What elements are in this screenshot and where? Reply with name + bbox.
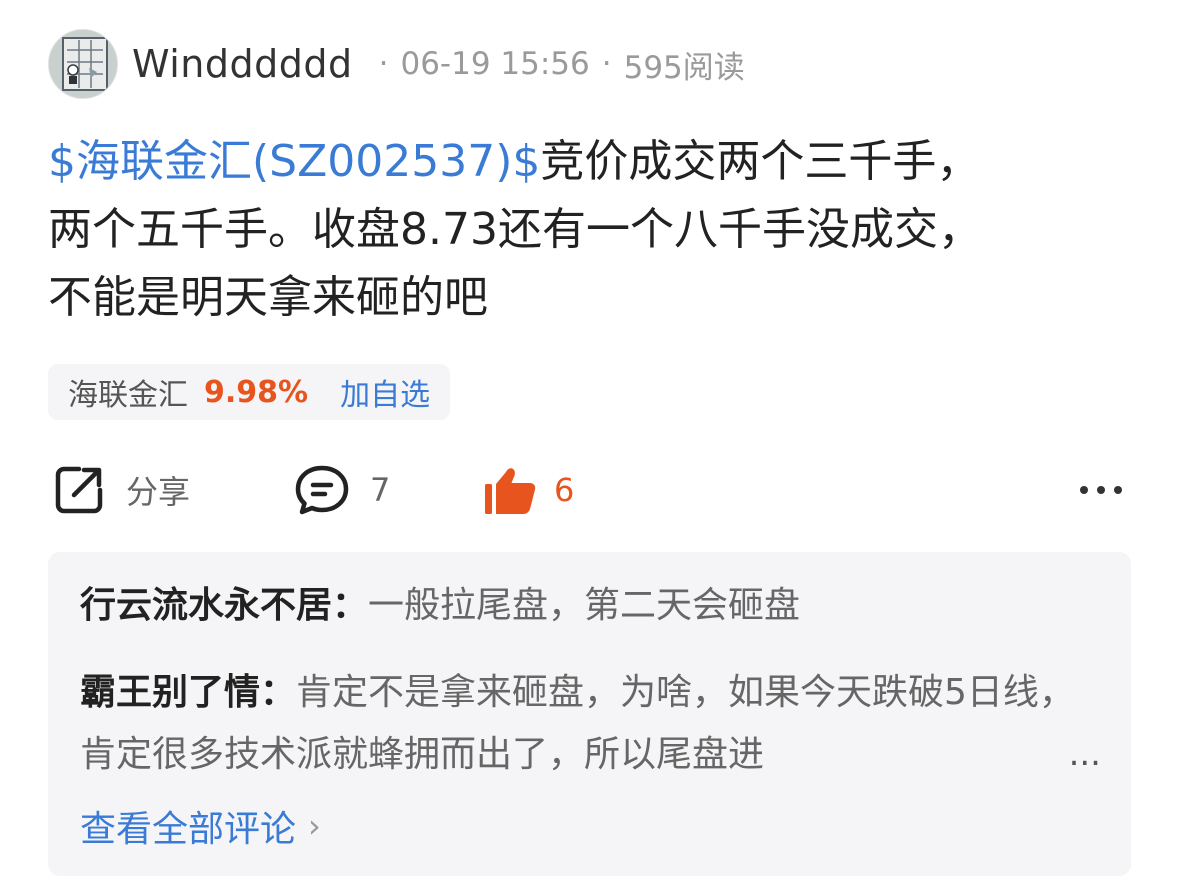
share-button[interactable]: 分享: [52, 455, 190, 525]
more-dots-icon: [1080, 486, 1122, 494]
comments-preview: 行云流水永不居：一般拉尾盘，第二天会砸盘 霸王别了情：肯定不是拿来砸盘，为啥，如…: [48, 552, 1131, 876]
view-all-comments-link[interactable]: 查看全部评论 ›: [80, 800, 321, 852]
avatar[interactable]: [48, 29, 118, 99]
comment-user[interactable]: 霸王别了情: [80, 672, 260, 713]
post-views: 595阅读: [623, 49, 745, 86]
view-all-label: 查看全部评论: [80, 809, 297, 850]
comment-colon: ：: [332, 585, 369, 626]
avatar-image: [49, 30, 117, 98]
share-label: 分享: [126, 473, 191, 511]
comment-colon: ：: [260, 672, 297, 713]
share-icon: [55, 466, 103, 514]
stock-change: 9.98%: [204, 374, 309, 410]
add-watchlist-button[interactable]: 加自选: [340, 370, 430, 414]
action-bar: 分享 7 6: [0, 455, 1179, 525]
like-button[interactable]: 6: [482, 455, 574, 525]
stock-tag-link[interactable]: $海联金汇(SZ002537)$: [48, 136, 540, 187]
comment-item[interactable]: 行云流水永不居：一般拉尾盘，第二天会砸盘: [80, 580, 800, 632]
chevron-right-icon: ›: [308, 807, 321, 845]
like-count: 6: [554, 471, 575, 509]
stock-chip[interactable]: 海联金汇 9.98% 加自选: [48, 364, 451, 420]
comment-count: 7: [370, 471, 391, 509]
comment-icon: [295, 465, 349, 515]
comment-ellipsis: ...: [1068, 734, 1101, 774]
meta-separator: ·: [378, 46, 389, 82]
thumbs-up-icon: [485, 468, 536, 514]
comment-item[interactable]: 霸王别了情：肯定不是拿来砸盘，为啥，如果今天跌破5日线，肯定很多技术派就蜂拥而出…: [80, 662, 1110, 786]
content-line-3: 不能是明天拿来砸的吧: [48, 272, 488, 323]
more-options-button[interactable]: [1078, 455, 1124, 525]
comment-user[interactable]: 行云流水永不居: [80, 585, 332, 626]
post-meta: · 06-19 15:56 · 595阅读: [367, 42, 745, 87]
post-header: Windddddd · 06-19 15:56 · 595阅读: [48, 28, 745, 100]
content-line-1: 竞价成交两个三千手，: [540, 136, 981, 187]
stock-name: 海联金汇: [68, 378, 188, 413]
content-line-2: 两个五千手。收盘8.73还有一个八千手没成交，: [48, 204, 982, 255]
author-name[interactable]: Windddddd: [132, 42, 353, 86]
post-date: 06-19 15:56: [400, 46, 590, 82]
meta-separator: ·: [601, 46, 612, 82]
comment-text: 一般拉尾盘，第二天会砸盘: [368, 585, 801, 626]
post-card: Windddddd · 06-19 15:56 · 595阅读 $海联金汇(SZ…: [0, 0, 1179, 892]
comment-button[interactable]: 7: [294, 455, 390, 525]
post-content: $海联金汇(SZ002537)$竞价成交两个三千手， 两个五千手。收盘8.73还有…: [48, 128, 1138, 332]
